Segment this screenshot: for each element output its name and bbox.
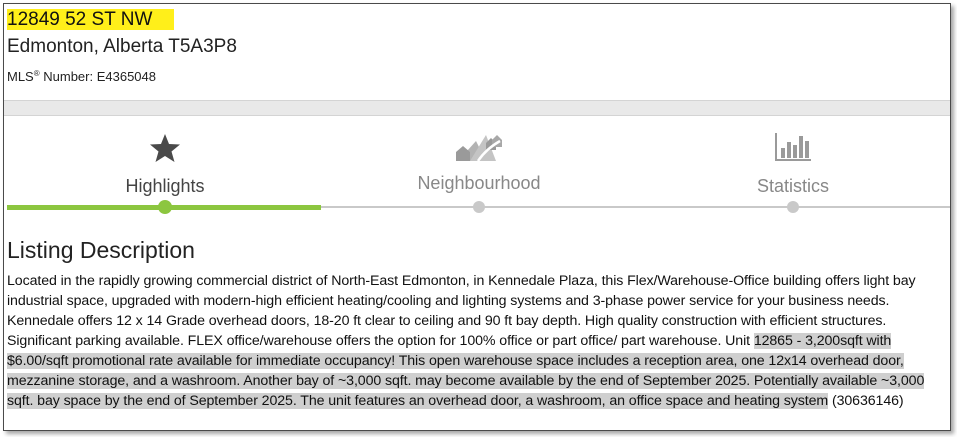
tab-dot-statistics[interactable] xyxy=(787,201,799,213)
neighbourhood-icon xyxy=(456,131,502,166)
tab-label-neighbourhood: Neighbourhood xyxy=(417,173,541,193)
address-line-1: 12849 52 ST NW xyxy=(7,9,175,31)
tab-dot-highlights[interactable] xyxy=(158,200,172,214)
tab-label-statistics: Statistics xyxy=(756,176,830,196)
listing-description-heading: Listing Description xyxy=(7,237,195,263)
listing-panel: 12849 52 ST NW Edmonton, Alberta T5A3P8 … xyxy=(3,3,951,431)
description-listing-id: (30636146) xyxy=(828,393,904,409)
address-highlight: 12849 52 ST NW xyxy=(7,9,175,30)
star-icon xyxy=(149,133,181,168)
tab-statistics[interactable]: Statistics xyxy=(635,116,950,211)
bar-chart-icon xyxy=(774,132,812,167)
listing-description-text: Located in the rapidly growing commercia… xyxy=(7,271,942,411)
divider-band xyxy=(4,100,950,116)
address-line-2: Edmonton, Alberta T5A3P8 xyxy=(7,36,237,57)
tab-highlights[interactable]: Highlights xyxy=(7,116,323,211)
mls-number: MLS® Number: E4365048 xyxy=(7,66,156,85)
tab-label-highlights: Highlights xyxy=(125,176,205,196)
tab-dot-neighbourhood[interactable] xyxy=(473,201,485,213)
tab-neighbourhood[interactable]: Neighbourhood xyxy=(321,116,637,211)
mls-number-value: Number: E4365048 xyxy=(39,69,156,84)
mls-label: MLS xyxy=(7,69,34,84)
